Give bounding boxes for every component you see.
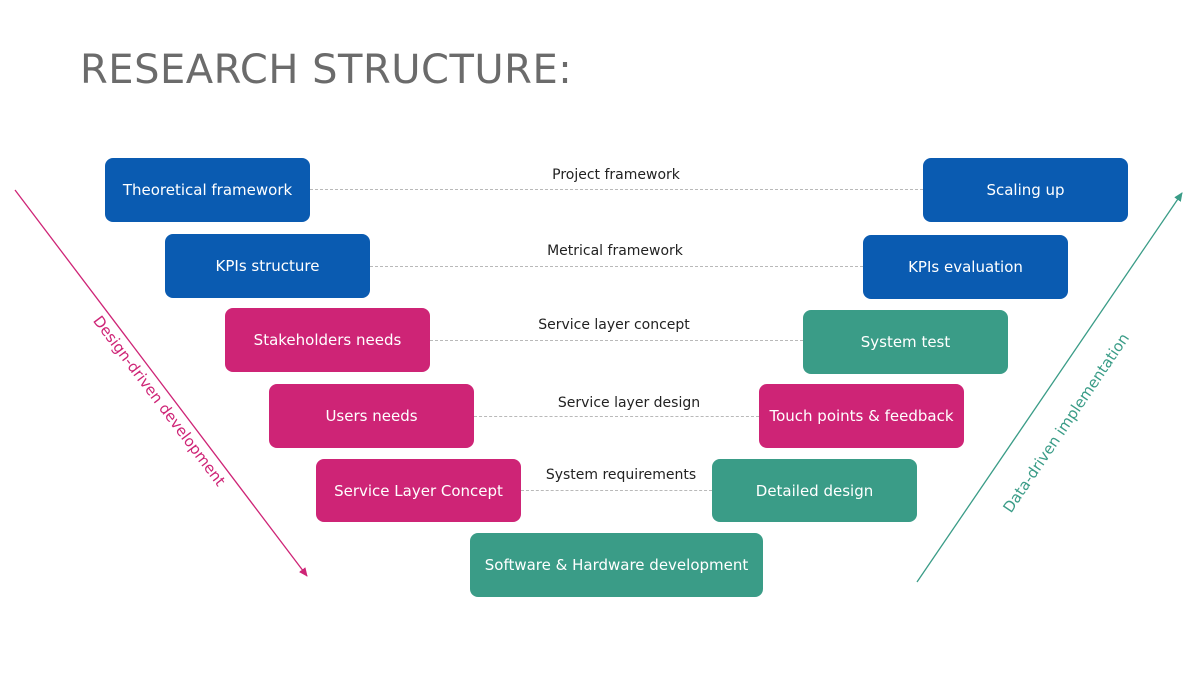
box-software-hardware-development[interactable]: Software & Hardware development [470,533,763,597]
link-label-service-layer-concept: Service layer concept [538,317,690,333]
box-stakeholders-needs[interactable]: Stakeholders needs [225,308,430,372]
connector-row-3 [430,340,803,341]
box-users-needs[interactable]: Users needs [269,384,474,448]
box-kpis-evaluation[interactable]: KPIs evaluation [863,235,1068,299]
box-detailed-design[interactable]: Detailed design [712,459,917,522]
box-theoretical-framework[interactable]: Theoretical framework [105,158,310,222]
box-service-layer-concept[interactable]: Service Layer Concept [316,459,521,522]
box-touch-points-feedback[interactable]: Touch points & feedback [759,384,964,448]
link-label-system-requirements: System requirements [545,467,697,483]
box-scaling-up[interactable]: Scaling up [923,158,1128,222]
box-system-test[interactable]: System test [803,310,1008,374]
link-label-service-layer-design: Service layer design [557,395,701,411]
link-label-metrical-framework: Metrical framework [547,243,683,259]
connector-row-1 [310,189,923,190]
box-kpis-structure[interactable]: KPIs structure [165,234,370,298]
connector-row-5 [521,490,712,491]
connector-row-2 [370,266,863,267]
link-label-project-framework: Project framework [552,167,680,183]
connector-row-4 [474,416,759,417]
